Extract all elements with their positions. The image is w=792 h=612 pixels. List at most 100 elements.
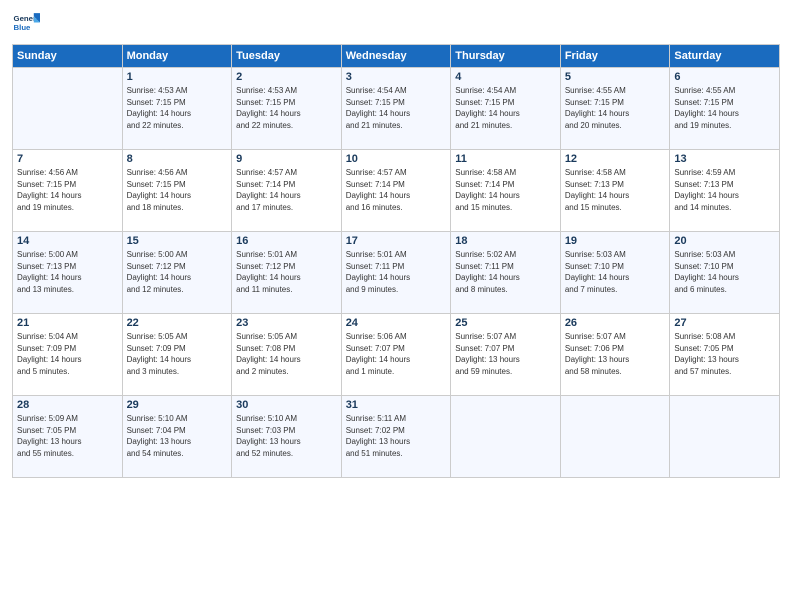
day-number: 25 bbox=[455, 317, 556, 329]
day-info: Sunrise: 5:05 AM Sunset: 7:08 PM Dayligh… bbox=[236, 331, 337, 377]
day-info: Sunrise: 5:08 AM Sunset: 7:05 PM Dayligh… bbox=[674, 331, 775, 377]
day-number: 2 bbox=[236, 71, 337, 83]
day-info: Sunrise: 4:53 AM Sunset: 7:15 PM Dayligh… bbox=[127, 85, 228, 131]
calendar-day-cell: 16 Sunrise: 5:01 AM Sunset: 7:12 PM Dayli… bbox=[232, 232, 342, 314]
day-number: 22 bbox=[127, 317, 228, 329]
calendar-day-cell: 28 Sunrise: 5:09 AM Sunset: 7:05 PM Dayli… bbox=[13, 396, 123, 478]
day-number: 19 bbox=[565, 235, 666, 247]
day-info: Sunrise: 4:53 AM Sunset: 7:15 PM Dayligh… bbox=[236, 85, 337, 131]
calendar-body: 1 Sunrise: 4:53 AM Sunset: 7:15 PM Daylig… bbox=[13, 68, 780, 478]
calendar-day-cell: 3 Sunrise: 4:54 AM Sunset: 7:15 PM Daylig… bbox=[341, 68, 451, 150]
day-number: 11 bbox=[455, 153, 556, 165]
day-info: Sunrise: 5:01 AM Sunset: 7:11 PM Dayligh… bbox=[346, 249, 447, 295]
day-info: Sunrise: 4:55 AM Sunset: 7:15 PM Dayligh… bbox=[674, 85, 775, 131]
day-number: 30 bbox=[236, 399, 337, 411]
weekday-header-cell: Thursday bbox=[451, 45, 561, 68]
calendar-week-row: 21 Sunrise: 5:04 AM Sunset: 7:09 PM Dayli… bbox=[13, 314, 780, 396]
calendar-day-cell: 21 Sunrise: 5:04 AM Sunset: 7:09 PM Dayli… bbox=[13, 314, 123, 396]
calendar-day-cell: 9 Sunrise: 4:57 AM Sunset: 7:14 PM Daylig… bbox=[232, 150, 342, 232]
day-number: 20 bbox=[674, 235, 775, 247]
day-number: 4 bbox=[455, 71, 556, 83]
calendar-week-row: 7 Sunrise: 4:56 AM Sunset: 7:15 PM Daylig… bbox=[13, 150, 780, 232]
weekday-header-cell: Friday bbox=[560, 45, 670, 68]
day-info: Sunrise: 4:59 AM Sunset: 7:13 PM Dayligh… bbox=[674, 167, 775, 213]
calendar-week-row: 28 Sunrise: 5:09 AM Sunset: 7:05 PM Dayli… bbox=[13, 396, 780, 478]
calendar-day-cell bbox=[560, 396, 670, 478]
day-info: Sunrise: 4:54 AM Sunset: 7:15 PM Dayligh… bbox=[455, 85, 556, 131]
day-info: Sunrise: 5:07 AM Sunset: 7:06 PM Dayligh… bbox=[565, 331, 666, 377]
calendar-day-cell: 8Sunrise: 4:56 AM Sunset: 7:15 PM Daylig… bbox=[122, 150, 232, 232]
day-info: Sunrise: 4:55 AM Sunset: 7:15 PM Dayligh… bbox=[565, 85, 666, 131]
weekday-header-cell: Sunday bbox=[13, 45, 123, 68]
day-number: 7 bbox=[17, 153, 118, 165]
day-info: Sunrise: 4:58 AM Sunset: 7:14 PM Dayligh… bbox=[455, 167, 556, 213]
day-number: 27 bbox=[674, 317, 775, 329]
day-number: 21 bbox=[17, 317, 118, 329]
calendar-day-cell: 13 Sunrise: 4:59 AM Sunset: 7:13 PM Dayli… bbox=[670, 150, 780, 232]
day-number: 1 bbox=[127, 71, 228, 83]
day-info: Sunrise: 5:10 AM Sunset: 7:03 PM Dayligh… bbox=[236, 413, 337, 459]
day-number: 28 bbox=[17, 399, 118, 411]
day-number: 10 bbox=[346, 153, 447, 165]
calendar-day-cell: 19Sunrise: 5:03 AM Sunset: 7:10 PM Dayli… bbox=[560, 232, 670, 314]
day-info: Sunrise: 5:01 AM Sunset: 7:12 PM Dayligh… bbox=[236, 249, 337, 295]
day-info: Sunrise: 5:00 AM Sunset: 7:12 PM Dayligh… bbox=[127, 249, 228, 295]
calendar-day-cell: 7 Sunrise: 4:56 AM Sunset: 7:15 PM Daylig… bbox=[13, 150, 123, 232]
day-number: 29 bbox=[127, 399, 228, 411]
day-info: Sunrise: 5:03 AM Sunset: 7:10 PM Dayligh… bbox=[674, 249, 775, 295]
calendar-day-cell: 18 Sunrise: 5:02 AM Sunset: 7:11 PM Dayli… bbox=[451, 232, 561, 314]
day-number: 6 bbox=[674, 71, 775, 83]
day-number: 23 bbox=[236, 317, 337, 329]
day-number: 18 bbox=[455, 235, 556, 247]
calendar-table: SundayMondayTuesdayWednesdayThursdayFrid… bbox=[12, 44, 780, 478]
day-info: Sunrise: 5:06 AM Sunset: 7:07 PM Dayligh… bbox=[346, 331, 447, 377]
day-number: 12 bbox=[565, 153, 666, 165]
calendar-week-row: 14 Sunrise: 5:00 AM Sunset: 7:13 PM Dayli… bbox=[13, 232, 780, 314]
weekday-header-cell: Wednesday bbox=[341, 45, 451, 68]
calendar-day-cell: 5 Sunrise: 4:55 AM Sunset: 7:15 PM Daylig… bbox=[560, 68, 670, 150]
calendar-day-cell: 10 Sunrise: 4:57 AM Sunset: 7:14 PM Dayli… bbox=[341, 150, 451, 232]
day-info: Sunrise: 5:07 AM Sunset: 7:07 PM Dayligh… bbox=[455, 331, 556, 377]
calendar-day-cell: 22Sunrise: 5:05 AM Sunset: 7:09 PM Dayli… bbox=[122, 314, 232, 396]
weekday-header-row: SundayMondayTuesdayWednesdayThursdayFrid… bbox=[13, 45, 780, 68]
calendar-day-cell: 11 Sunrise: 4:58 AM Sunset: 7:14 PM Dayli… bbox=[451, 150, 561, 232]
day-info: Sunrise: 5:09 AM Sunset: 7:05 PM Dayligh… bbox=[17, 413, 118, 459]
calendar-day-cell bbox=[451, 396, 561, 478]
day-number: 17 bbox=[346, 235, 447, 247]
day-info: Sunrise: 5:00 AM Sunset: 7:13 PM Dayligh… bbox=[17, 249, 118, 295]
weekday-header-cell: Saturday bbox=[670, 45, 780, 68]
day-number: 9 bbox=[236, 153, 337, 165]
calendar-day-cell: 12Sunrise: 4:58 AM Sunset: 7:13 PM Dayli… bbox=[560, 150, 670, 232]
day-info: Sunrise: 5:04 AM Sunset: 7:09 PM Dayligh… bbox=[17, 331, 118, 377]
calendar-day-cell bbox=[13, 68, 123, 150]
calendar-day-cell: 24 Sunrise: 5:06 AM Sunset: 7:07 PM Dayli… bbox=[341, 314, 451, 396]
day-info: Sunrise: 5:11 AM Sunset: 7:02 PM Dayligh… bbox=[346, 413, 447, 459]
calendar-day-cell: 23 Sunrise: 5:05 AM Sunset: 7:08 PM Dayli… bbox=[232, 314, 342, 396]
day-info: Sunrise: 4:57 AM Sunset: 7:14 PM Dayligh… bbox=[346, 167, 447, 213]
calendar-day-cell: 17 Sunrise: 5:01 AM Sunset: 7:11 PM Dayli… bbox=[341, 232, 451, 314]
svg-text:Blue: Blue bbox=[14, 23, 32, 32]
calendar-day-cell: 31Sunrise: 5:11 AM Sunset: 7:02 PM Dayli… bbox=[341, 396, 451, 478]
day-number: 5 bbox=[565, 71, 666, 83]
day-number: 15 bbox=[127, 235, 228, 247]
day-info: Sunrise: 5:02 AM Sunset: 7:11 PM Dayligh… bbox=[455, 249, 556, 295]
day-info: Sunrise: 4:56 AM Sunset: 7:15 PM Dayligh… bbox=[17, 167, 118, 213]
calendar-day-cell: 30 Sunrise: 5:10 AM Sunset: 7:03 PM Dayli… bbox=[232, 396, 342, 478]
day-number: 16 bbox=[236, 235, 337, 247]
calendar-day-cell: 29 Sunrise: 5:10 AM Sunset: 7:04 PM Dayli… bbox=[122, 396, 232, 478]
header: General Blue bbox=[12, 10, 780, 38]
calendar-day-cell: 2 Sunrise: 4:53 AM Sunset: 7:15 PM Daylig… bbox=[232, 68, 342, 150]
day-info: Sunrise: 4:54 AM Sunset: 7:15 PM Dayligh… bbox=[346, 85, 447, 131]
calendar-day-cell: 6 Sunrise: 4:55 AM Sunset: 7:15 PM Daylig… bbox=[670, 68, 780, 150]
calendar-week-row: 1 Sunrise: 4:53 AM Sunset: 7:15 PM Daylig… bbox=[13, 68, 780, 150]
day-number: 3 bbox=[346, 71, 447, 83]
day-number: 24 bbox=[346, 317, 447, 329]
calendar-day-cell: 26Sunrise: 5:07 AM Sunset: 7:06 PM Dayli… bbox=[560, 314, 670, 396]
day-info: Sunrise: 5:10 AM Sunset: 7:04 PM Dayligh… bbox=[127, 413, 228, 459]
day-number: 13 bbox=[674, 153, 775, 165]
calendar-day-cell: 15 Sunrise: 5:00 AM Sunset: 7:12 PM Dayli… bbox=[122, 232, 232, 314]
day-number: 14 bbox=[17, 235, 118, 247]
calendar-day-cell bbox=[670, 396, 780, 478]
calendar-day-cell: 1 Sunrise: 4:53 AM Sunset: 7:15 PM Daylig… bbox=[122, 68, 232, 150]
day-info: Sunrise: 4:57 AM Sunset: 7:14 PM Dayligh… bbox=[236, 167, 337, 213]
